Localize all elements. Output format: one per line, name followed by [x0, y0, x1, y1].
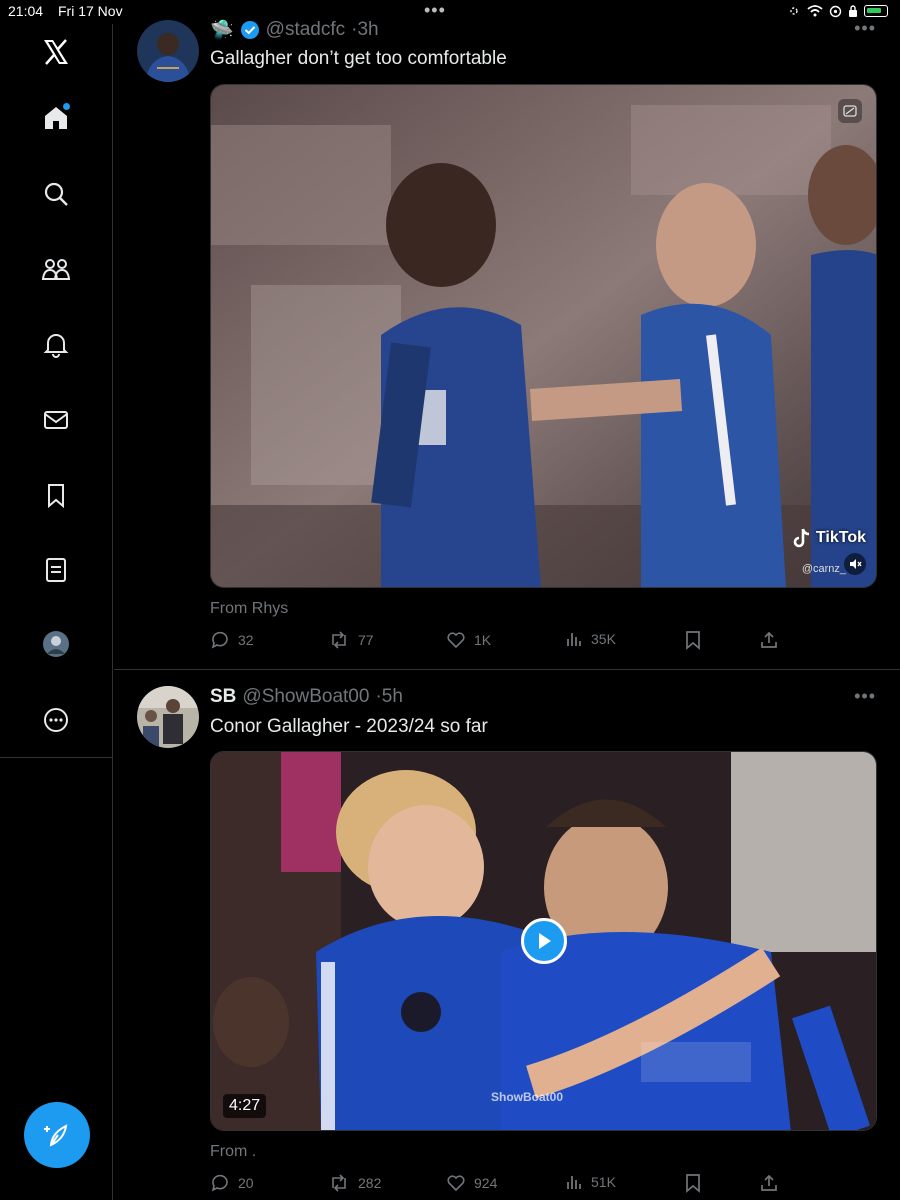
tiktok-username: @carnz_: [801, 563, 846, 575]
repost-icon: [332, 631, 346, 649]
views-count: 35K: [591, 631, 616, 647]
tweet-video[interactable]: TikTok @carnz_: [210, 84, 877, 588]
sidebar: [0, 24, 113, 1200]
share-icon: [761, 1174, 777, 1191]
tiktok-logo-icon: [793, 528, 809, 548]
repost-icon: [332, 1174, 346, 1192]
video-duration: 4:27: [223, 1094, 267, 1118]
like-button[interactable]: 1K: [446, 630, 491, 650]
sidebar-item-more[interactable]: [36, 700, 76, 740]
tweet-text: Conor Gallagher - 2023/24 so far: [210, 716, 488, 737]
heart-icon: [447, 1175, 465, 1192]
bookmark-button[interactable]: [684, 630, 702, 650]
tiktok-label: TikTok: [815, 529, 866, 546]
x-logo-icon[interactable]: [36, 32, 76, 72]
tweet-actions: 20 282 924 51K: [210, 1173, 790, 1197]
status-date: Fri 17 Nov: [58, 3, 123, 19]
mute-icon[interactable]: [844, 553, 866, 575]
views-chart-icon: [567, 633, 581, 646]
bookmark-button[interactable]: [684, 1173, 702, 1193]
tweet-separator: [114, 669, 900, 670]
avatar[interactable]: [137, 686, 199, 748]
sidebar-divider: [0, 757, 113, 758]
reply-button[interactable]: 20: [210, 1173, 254, 1193]
tweet-actions: 32 77 1K 35K: [210, 630, 790, 654]
reply-icon: [211, 631, 228, 649]
tiktok-watermark: TikTok: [792, 527, 866, 549]
video-watermark: ShowBoat00: [491, 1090, 564, 1104]
sensitive-content-icon[interactable]: [838, 99, 862, 123]
like-count: 1K: [474, 632, 492, 648]
more-options-icon[interactable]: •••: [854, 686, 876, 707]
avatar[interactable]: [137, 20, 199, 82]
bookmark-icon: [686, 631, 700, 650]
sidebar-item-search[interactable]: [36, 174, 76, 214]
bell-icon: [43, 334, 69, 358]
views-button[interactable]: 35K: [565, 630, 616, 648]
reply-button[interactable]: 32: [210, 630, 254, 650]
reply-count: 32: [238, 632, 254, 648]
video-source-label[interactable]: From Rhys: [210, 600, 288, 618]
tweet-handle[interactable]: @stadcfc: [266, 19, 345, 41]
video-source-label[interactable]: From .: [210, 1143, 256, 1161]
ufo-emoji-badge: 🛸: [210, 20, 234, 41]
views-chart-icon: [567, 1176, 581, 1189]
play-button[interactable]: [521, 918, 567, 964]
more-options-icon[interactable]: •••: [854, 18, 876, 39]
home-notification-dot: [63, 103, 70, 110]
tweet-handle[interactable]: @ShowBoat00: [242, 686, 369, 708]
video-frame: [211, 85, 876, 587]
bookmark-icon: [686, 1174, 700, 1193]
sidebar-item-bookmarks[interactable]: [36, 475, 76, 515]
more-circle-icon: [44, 708, 68, 732]
timeline-feed: 🛸 @stadcfc ·3h ••• Gallagher don’t get t…: [114, 0, 900, 1200]
compose-feather-icon: [44, 1124, 68, 1147]
tweet-text: Gallagher don’t get too comfortable: [210, 48, 507, 69]
sidebar-item-lists[interactable]: [36, 550, 76, 590]
tweet-header: 🛸 @stadcfc ·3h: [210, 18, 379, 42]
repost-count: 77: [358, 632, 374, 648]
views-button[interactable]: 51K: [565, 1173, 616, 1191]
share-button[interactable]: [760, 1173, 778, 1193]
like-count: 924: [474, 1175, 498, 1191]
like-button[interactable]: 924: [446, 1173, 497, 1193]
mail-icon: [44, 411, 68, 429]
verified-badge-icon: [240, 21, 259, 39]
tweet-time[interactable]: ·5h: [375, 686, 402, 708]
status-time: 21:04: [8, 3, 44, 19]
sidebar-item-home[interactable]: [36, 98, 76, 138]
sidebar-item-notifications[interactable]: [36, 324, 76, 364]
share-button[interactable]: [760, 630, 778, 650]
sidebar-item-profile[interactable]: [36, 624, 76, 664]
repost-count: 282: [358, 1175, 382, 1191]
tweet-time[interactable]: ·3h: [351, 19, 378, 41]
communities-icon: [41, 259, 71, 280]
share-icon: [761, 631, 777, 648]
heart-icon: [447, 632, 465, 649]
lists-icon: [46, 558, 66, 582]
repost-button[interactable]: 77: [328, 630, 374, 650]
sidebar-item-communities[interactable]: [36, 249, 76, 289]
repost-button[interactable]: 282: [328, 1173, 381, 1193]
tweet-video[interactable]: ShowBoat00 4:27: [210, 751, 877, 1131]
profile-avatar: [43, 631, 69, 657]
tweet-author-name[interactable]: SB: [210, 686, 236, 708]
views-count: 51K: [591, 1174, 616, 1190]
reply-count: 20: [238, 1175, 254, 1191]
reply-icon: [211, 1174, 228, 1192]
search-icon: [44, 182, 68, 206]
sidebar-item-messages[interactable]: [36, 400, 76, 440]
bookmark-icon: [48, 484, 64, 509]
tweet-header: SB @ShowBoat00 ·5h: [210, 686, 403, 708]
play-icon: [539, 933, 551, 949]
compose-button[interactable]: [24, 1102, 90, 1168]
